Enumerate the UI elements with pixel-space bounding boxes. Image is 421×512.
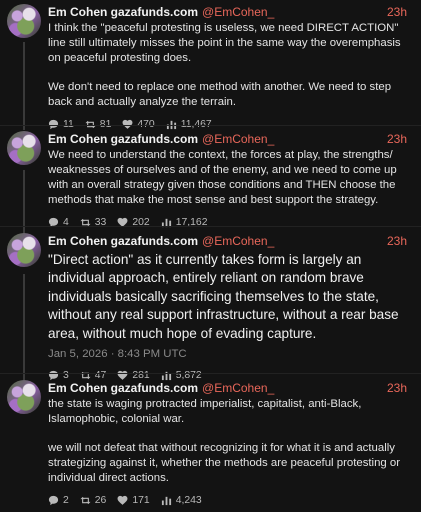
post[interactable]: Em Cohen gazafunds.com @EmCohen_ 23h We … — [0, 131, 421, 229]
post-stats: 2 26 171 4,243 — [48, 493, 409, 507]
bar-chart-icon — [161, 371, 171, 380]
author-handle[interactable]: @EmCohen_ — [202, 131, 274, 147]
view-count: 11,467 — [180, 118, 212, 130]
reply-button[interactable]: 2 — [48, 495, 69, 506]
author-handle[interactable]: @EmCohen_ — [202, 380, 274, 396]
post-timestamp[interactable]: Jan 5, 2026 · 8:43 PM UTC — [48, 347, 409, 362]
post-paragraph: We don't need to replace one method with… — [48, 81, 392, 108]
author-name[interactable]: Em Cohen gazafunds.com — [48, 233, 198, 249]
post-header: Em Cohen gazafunds.com @EmCohen_ 23h — [48, 380, 409, 396]
author-handle[interactable]: @EmCohen_ — [202, 4, 274, 20]
views-stat[interactable]: 4,243 — [161, 495, 202, 506]
avatar[interactable] — [7, 131, 41, 165]
post-text: We need to understand the context, the f… — [48, 148, 409, 208]
divider — [0, 373, 421, 374]
post-paragraph: the state is waging protracted imperiali… — [48, 398, 362, 425]
repost-count: 47 — [94, 369, 107, 381]
thread: Em Cohen gazafunds.com @EmCohen_ 23h I t… — [0, 0, 421, 512]
post-paragraph: We need to understand the context, the f… — [48, 149, 397, 206]
views-stat[interactable]: 5,872 — [161, 370, 202, 381]
post-header: Em Cohen gazafunds.com @EmCohen_ 23h — [48, 4, 409, 20]
post-time[interactable]: 23h — [387, 4, 409, 20]
divider — [0, 125, 421, 126]
like-count: 470 — [137, 118, 155, 130]
post-text: I think the "peaceful protesting is usel… — [48, 21, 409, 110]
like-button[interactable]: 171 — [117, 494, 150, 506]
reply-button[interactable]: 11 — [48, 119, 74, 130]
heart-icon — [117, 495, 128, 505]
like-button[interactable]: 470 — [122, 118, 155, 130]
repost-button[interactable]: 47 — [80, 369, 107, 381]
post-text: "Direct action" as it currently takes fo… — [48, 251, 409, 343]
author-name[interactable]: Em Cohen gazafunds.com — [48, 4, 198, 20]
comment-icon — [48, 370, 59, 380]
post-text: the state is waging protracted imperiali… — [48, 397, 409, 486]
comment-icon — [48, 119, 59, 129]
heart-icon — [117, 370, 128, 380]
bar-chart-icon — [166, 120, 176, 129]
avatar[interactable] — [7, 233, 41, 267]
repost-count: 26 — [94, 494, 107, 506]
post-paragraph: I think the "peaceful protesting is usel… — [48, 22, 401, 64]
repost-icon — [80, 496, 91, 504]
views-stat[interactable]: 11,467 — [166, 119, 212, 130]
post-header: Em Cohen gazafunds.com @EmCohen_ 23h — [48, 233, 409, 249]
like-count: 171 — [132, 494, 150, 506]
like-count: 281 — [132, 369, 150, 381]
repost-icon — [85, 120, 96, 128]
reply-count: 2 — [63, 494, 69, 506]
post-time[interactable]: 23h — [387, 233, 409, 249]
bar-chart-icon — [161, 496, 171, 505]
comment-icon — [48, 495, 59, 505]
post-paragraph: we will not defeat that without recogniz… — [48, 442, 401, 484]
heart-icon — [122, 119, 133, 129]
post-focused[interactable]: Em Cohen gazafunds.com @EmCohen_ 23h "Di… — [0, 233, 421, 382]
view-count: 5,872 — [175, 369, 202, 381]
like-button[interactable]: 281 — [117, 369, 150, 381]
post-stats: 11 81 470 11,467 — [48, 117, 409, 131]
post-time[interactable]: 23h — [387, 131, 409, 147]
repost-count: 81 — [99, 118, 112, 130]
post-paragraph: "Direct action" as it currently takes fo… — [48, 252, 399, 341]
divider — [0, 226, 421, 227]
post[interactable]: Em Cohen gazafunds.com @EmCohen_ 23h the… — [0, 380, 421, 507]
avatar[interactable] — [7, 4, 41, 38]
reply-count: 3 — [63, 369, 69, 381]
post[interactable]: Em Cohen gazafunds.com @EmCohen_ 23h I t… — [0, 4, 421, 131]
view-count: 4,243 — [175, 494, 202, 506]
reply-button[interactable]: 3 — [48, 370, 69, 381]
avatar[interactable] — [7, 380, 41, 414]
author-name[interactable]: Em Cohen gazafunds.com — [48, 380, 198, 396]
post-header: Em Cohen gazafunds.com @EmCohen_ 23h — [48, 131, 409, 147]
repost-button[interactable]: 26 — [80, 494, 107, 506]
author-handle[interactable]: @EmCohen_ — [202, 233, 274, 249]
reply-count: 11 — [63, 118, 74, 130]
repost-button[interactable]: 81 — [85, 118, 112, 130]
repost-icon — [80, 371, 91, 379]
author-name[interactable]: Em Cohen gazafunds.com — [48, 131, 198, 147]
post-time[interactable]: 23h — [387, 380, 409, 396]
